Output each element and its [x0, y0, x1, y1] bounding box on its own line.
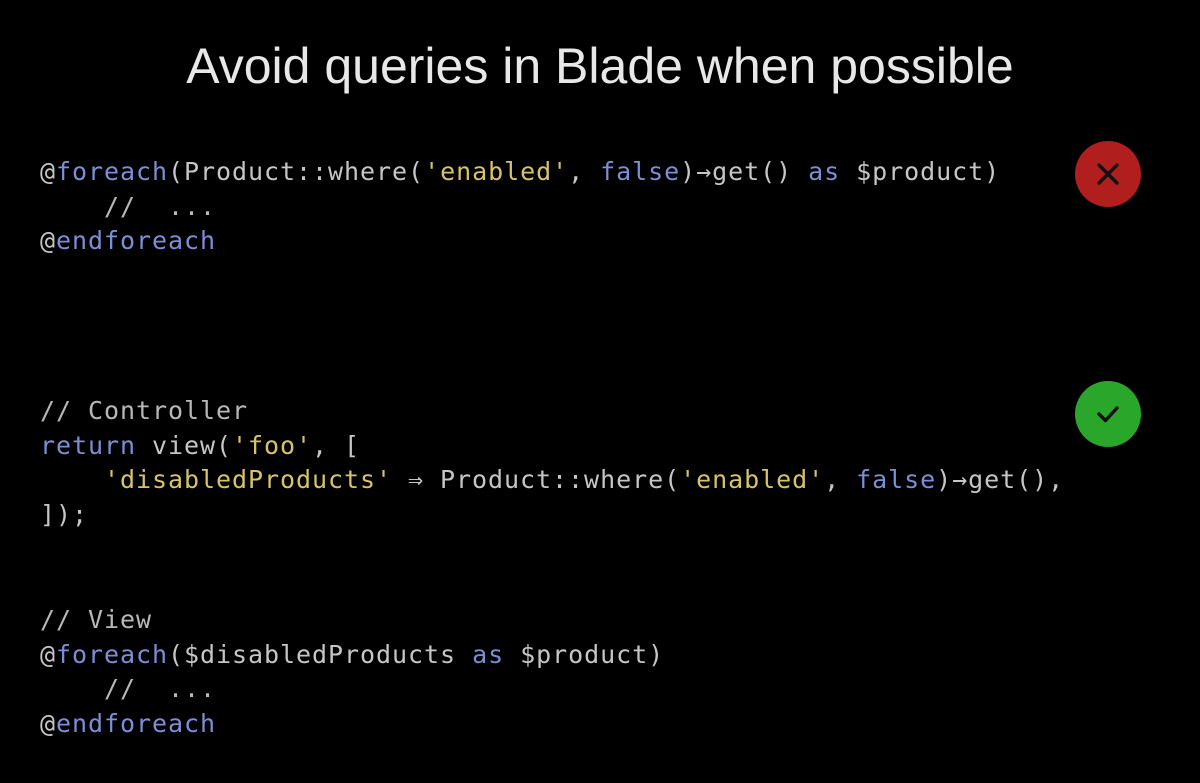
code-line: ]);: [40, 498, 1064, 533]
code-token-plain: ⇒ Product::where(: [392, 465, 681, 495]
code-token-plain: @: [40, 639, 57, 669]
code-token-keyword: foreach: [56, 157, 169, 186]
code-token-plain: ($disabledProducts: [168, 639, 473, 669]
x-mark-icon: [1097, 163, 1119, 185]
code-token-keyword: endforeach: [56, 226, 217, 256]
code-token-plain: )→get(),: [936, 465, 1065, 495]
code-line: // View: [40, 603, 664, 638]
code-token-string: 'disabledProducts': [104, 465, 393, 495]
code-token-comment: // Controller: [40, 396, 249, 425]
checkmark-icon: [1097, 406, 1119, 423]
code-line: @endforeach: [40, 224, 1000, 259]
code-line: @foreach(Product::where('enabled', false…: [40, 155, 1000, 190]
view-example-code: // View @foreach($disabledProducts as $pr…: [40, 603, 664, 741]
code-token-plain: ,: [568, 157, 601, 186]
code-token-keyword: false: [600, 157, 681, 186]
code-token-plain: @: [40, 157, 57, 186]
bad-example-code: @foreach(Product::where('enabled', false…: [40, 155, 1000, 259]
controller-example-code: // Controller return view('foo', [ 'disab…: [40, 394, 1064, 532]
code-token-keyword: endforeach: [56, 708, 217, 738]
code-token-plain: (Product::where(: [168, 157, 425, 186]
code-line: // Controller: [40, 394, 1064, 429]
code-token-keyword: foreach: [56, 639, 169, 669]
code-token-plain: @: [40, 708, 57, 738]
code-token-plain: ,: [824, 465, 857, 495]
code-line: @endforeach: [40, 707, 664, 742]
code-token-string: 'enabled': [424, 157, 569, 186]
code-line: 'disabledProducts' ⇒ Product::where('ena…: [40, 463, 1064, 498]
code-token-keyword: as: [472, 639, 505, 669]
code-line: @foreach($disabledProducts as $product): [40, 638, 664, 673]
code-line: return view('foo', [: [40, 429, 1064, 464]
slide-title: Avoid queries in Blade when possible: [186, 38, 1014, 94]
code-token-comment: // ...: [40, 674, 217, 704]
code-token-comment: // ...: [40, 191, 217, 221]
code-token-plain: )→get(): [680, 157, 809, 186]
code-token-plain: , [: [312, 430, 361, 460]
code-line: // ...: [40, 672, 664, 707]
code-token-comment: // View: [40, 605, 153, 634]
code-token-plain: @: [40, 226, 57, 256]
code-token-keyword: false: [856, 465, 937, 495]
code-token-keyword: return: [40, 430, 137, 460]
code-token-keyword: as: [808, 157, 841, 186]
code-token-plain: view(: [136, 430, 233, 460]
code-token-string: 'foo': [232, 430, 313, 460]
code-token-plain: $product): [840, 157, 1001, 186]
good-example-badge: [1075, 381, 1141, 447]
code-line: // ...: [40, 190, 1000, 225]
code-token-plain: $product): [504, 639, 665, 669]
bad-example-badge: [1075, 141, 1141, 207]
code-token-plain: ]);: [40, 499, 89, 529]
code-token-string: 'enabled': [680, 465, 825, 495]
